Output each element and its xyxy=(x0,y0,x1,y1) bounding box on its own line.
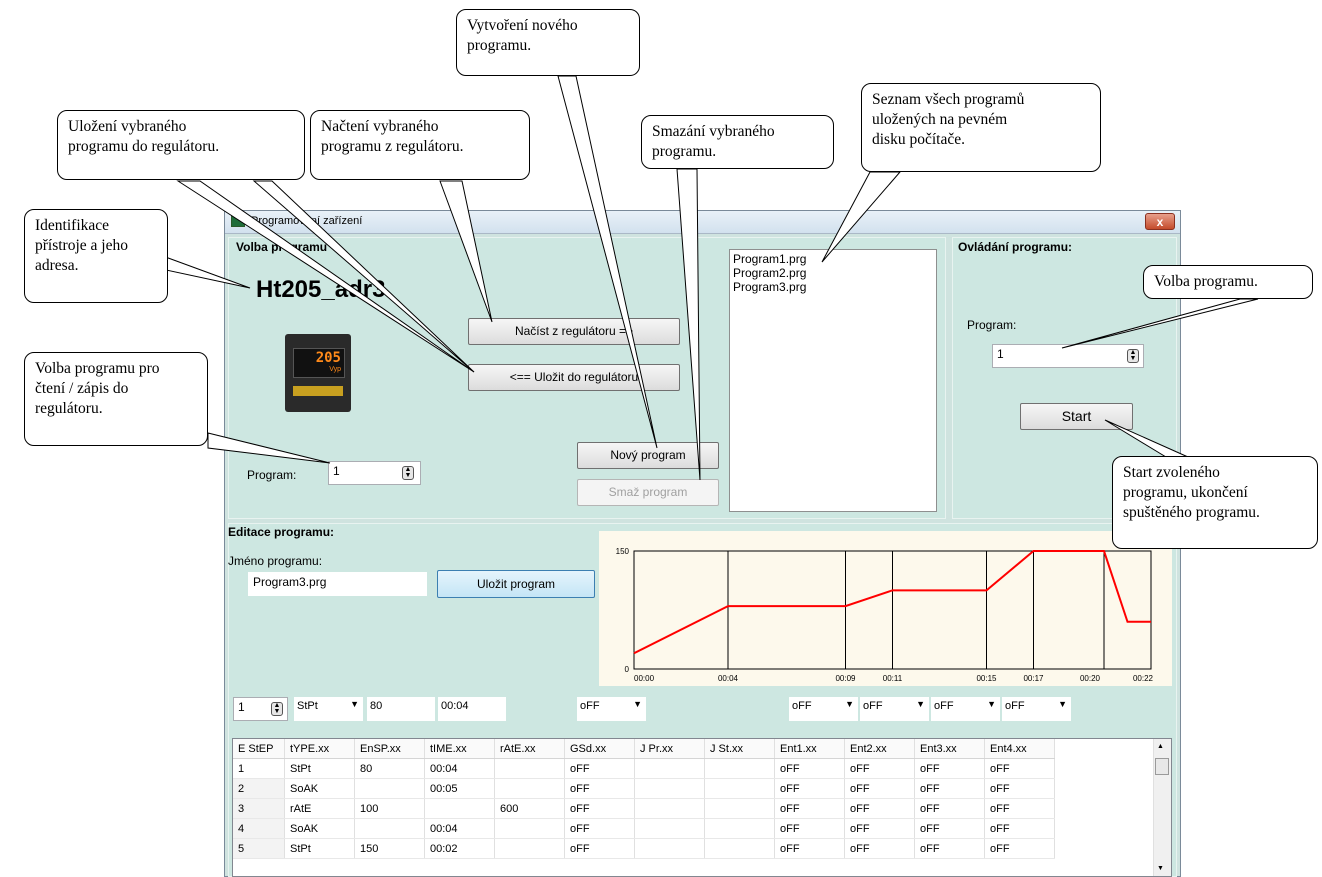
arrow-list xyxy=(821,171,902,263)
arrow-save xyxy=(176,180,475,373)
callout-device-identification: Identifikace přístroje a jeho adresa. xyxy=(24,209,168,303)
callout-read-write-select: Volba programu pro čtení / zápis do regu… xyxy=(24,352,208,446)
callout-delete-program: Smazání vybraného programu. xyxy=(641,115,834,169)
arrow-select xyxy=(1061,298,1259,349)
callout-program-list: Seznam všech programů uložených na pevné… xyxy=(861,83,1101,172)
arrow-save-load xyxy=(252,180,475,373)
callout-start-program: Start zvoleného programu, ukončení spušt… xyxy=(1112,456,1318,549)
arrow-readwrite xyxy=(207,432,331,464)
arrow-ident xyxy=(159,254,251,289)
arrow-delete xyxy=(676,168,701,481)
callout-new-program: Vytvoření nového programu. xyxy=(456,9,640,76)
arrow-load xyxy=(439,180,493,323)
callout-select-program: Volba programu. xyxy=(1143,265,1313,299)
arrow-start xyxy=(1104,419,1189,458)
callout-save-to-controller: Uložení vybraného programu do regulátoru… xyxy=(57,110,305,180)
callout-load-from-controller: Načtení vybraného programu z regulátoru. xyxy=(310,110,530,180)
